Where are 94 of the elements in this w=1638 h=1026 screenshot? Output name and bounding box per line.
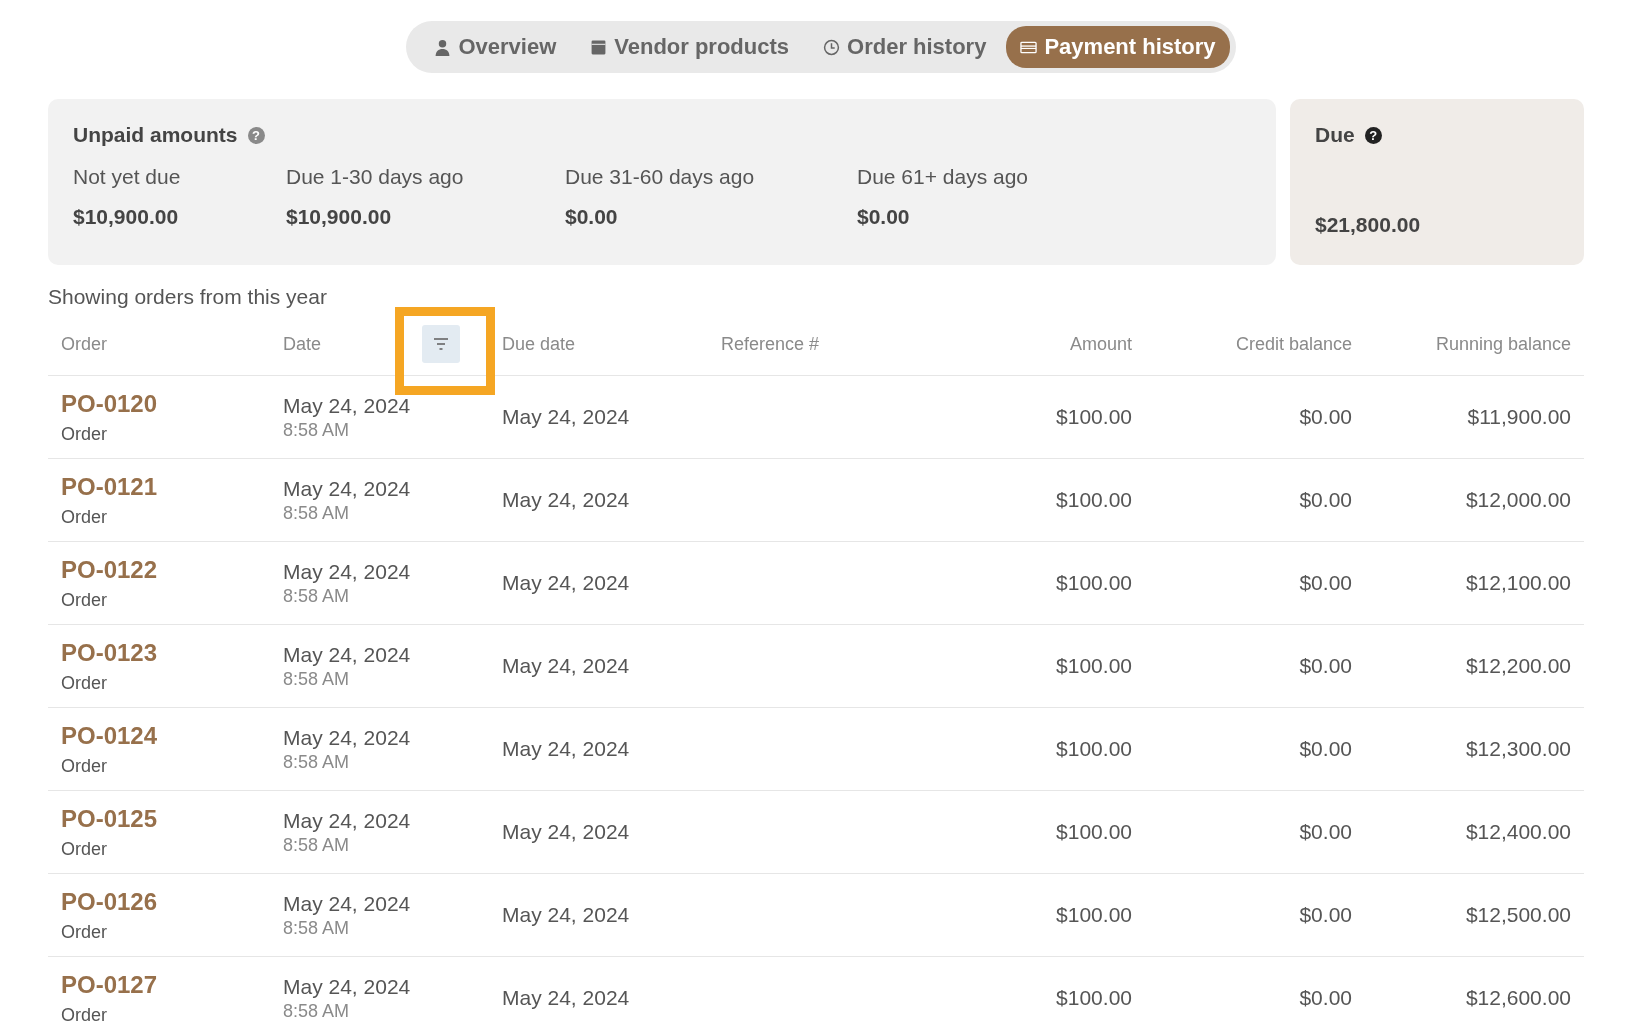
bucket-label: Due 1-30 days ago bbox=[286, 165, 465, 189]
due-date-cell-text: May 24, 2024 bbox=[502, 986, 631, 1010]
running-balance-cell-text: $12,600.00 bbox=[1464, 986, 1571, 1010]
amount-cell-text: $100.00 bbox=[1055, 903, 1132, 927]
tab[interactable]: Vendor products bbox=[576, 26, 804, 68]
running-balance-cell-text: $12,400.00 bbox=[1464, 820, 1571, 844]
order-link[interactable]: PO-0124 bbox=[61, 721, 283, 750]
bucket-amount: $0.00 bbox=[565, 205, 619, 229]
amount-cell-text: $100.00 bbox=[1055, 986, 1132, 1010]
amount-cell-text: $100.00 bbox=[1055, 737, 1132, 761]
due-date-cell-text: May 24, 2024 bbox=[502, 654, 631, 678]
due-date-cell-text: May 24, 2024 bbox=[502, 737, 631, 761]
bucket-label: Due 31-60 days ago bbox=[565, 165, 756, 189]
running-balance-cell-text: $12,200.00 bbox=[1464, 654, 1571, 678]
bucket-amount: $0.00 bbox=[857, 205, 911, 229]
credit-balance-cell-text: $0.00 bbox=[1298, 903, 1352, 927]
caption-text: Showing orders from this year bbox=[48, 285, 328, 309]
running-balance-cell-text: $12,100.00 bbox=[1464, 571, 1571, 595]
person-icon bbox=[434, 38, 452, 56]
running-balance-cell-text: $12,500.00 bbox=[1464, 903, 1571, 927]
time-text: 8:58 AM bbox=[283, 585, 351, 607]
order-link[interactable]: PO-0120 bbox=[61, 389, 283, 418]
date-cell-text: May 24, 2024 bbox=[283, 808, 412, 833]
credit-balance-cell-text: $0.00 bbox=[1298, 488, 1352, 512]
clock-icon bbox=[823, 38, 841, 56]
date-cell-text: May 24, 2024 bbox=[283, 891, 412, 916]
due-date-cell-text: May 24, 2024 bbox=[502, 488, 631, 512]
due-date-cell-text: May 24, 2024 bbox=[502, 903, 631, 927]
order-type: Order bbox=[61, 506, 108, 528]
date-cell-text: May 24, 2024 bbox=[283, 393, 412, 418]
time-text: 8:58 AM bbox=[283, 502, 351, 524]
due-date-cell-text: May 24, 2024 bbox=[502, 820, 631, 844]
time-text: 8:58 AM bbox=[283, 419, 351, 441]
order-type: Order bbox=[61, 672, 108, 694]
tab[interactable]: Payment history bbox=[1006, 26, 1230, 68]
date-cell-text: May 24, 2024 bbox=[283, 642, 412, 667]
order-type: Order bbox=[61, 589, 108, 611]
column-header: Due date bbox=[502, 333, 577, 355]
time-text: 8:58 AM bbox=[283, 751, 351, 773]
date-cell-text: May 24, 2024 bbox=[283, 559, 412, 584]
card-title: Due bbox=[1315, 123, 1355, 147]
credit-balance-cell-text: $0.00 bbox=[1298, 820, 1352, 844]
amount-cell-text: $100.00 bbox=[1055, 405, 1132, 429]
order-link[interactable]: PO-0122 bbox=[61, 555, 283, 584]
filter-icon bbox=[433, 337, 449, 351]
time-text: 8:58 AM bbox=[283, 917, 351, 939]
help-icon[interactable]: ? bbox=[1364, 126, 1382, 144]
order-type: Order bbox=[61, 423, 108, 445]
box-icon bbox=[590, 38, 608, 56]
order-type: Order bbox=[61, 838, 108, 860]
credit-balance-cell-text: $0.00 bbox=[1298, 737, 1352, 761]
order-link[interactable]: PO-0121 bbox=[61, 472, 283, 501]
date-cell-text: May 24, 2024 bbox=[283, 476, 412, 501]
credit-balance-cell-text: $0.00 bbox=[1298, 986, 1352, 1010]
amount-cell-text: $100.00 bbox=[1055, 820, 1132, 844]
credit-balance-cell-text: $0.00 bbox=[1298, 571, 1352, 595]
order-link[interactable]: PO-0126 bbox=[61, 887, 283, 916]
bucket-amount: $10,900.00 bbox=[286, 205, 393, 229]
time-text: 8:58 AM bbox=[283, 834, 351, 856]
filter-button[interactable] bbox=[422, 325, 460, 363]
date-cell-text: May 24, 2024 bbox=[283, 725, 412, 750]
bucket-label: Not yet due bbox=[73, 165, 182, 189]
running-balance-cell-text: $12,300.00 bbox=[1464, 737, 1571, 761]
time-text: 8:58 AM bbox=[283, 1000, 351, 1022]
order-link[interactable]: PO-0127 bbox=[61, 970, 283, 999]
due-date-cell-text: May 24, 2024 bbox=[502, 405, 631, 429]
tab[interactable]: Overview bbox=[420, 26, 571, 68]
tab[interactable]: Order history bbox=[809, 26, 1001, 68]
running-balance-cell-text: $11,900.00 bbox=[1466, 405, 1571, 429]
order-type: Order bbox=[61, 755, 108, 777]
help-icon[interactable]: ? bbox=[247, 126, 265, 144]
column-header: Date bbox=[283, 333, 322, 355]
bucket-label: Due 61+ days ago bbox=[857, 165, 1029, 189]
time-text: 8:58 AM bbox=[283, 668, 351, 690]
due-amount: $21,800.00 bbox=[1315, 213, 1422, 237]
amount-cell-text: $100.00 bbox=[1055, 488, 1132, 512]
order-type: Order bbox=[61, 921, 108, 943]
column-header: Credit balance bbox=[1234, 333, 1352, 355]
due-date-cell-text: May 24, 2024 bbox=[502, 571, 631, 595]
column-header: Reference # bbox=[721, 333, 821, 355]
date-cell-text: May 24, 2024 bbox=[283, 974, 412, 999]
amount-cell-text: $100.00 bbox=[1055, 571, 1132, 595]
order-link[interactable]: PO-0123 bbox=[61, 638, 283, 667]
column-header: Amount bbox=[1068, 333, 1132, 355]
bucket-amount: $10,900.00 bbox=[73, 205, 180, 229]
order-type: Order bbox=[61, 1004, 108, 1026]
card-title: Unpaid amounts bbox=[73, 123, 238, 147]
credit-balance-cell-text: $0.00 bbox=[1298, 405, 1352, 429]
running-balance-cell-text: $12,000.00 bbox=[1464, 488, 1571, 512]
order-link[interactable]: PO-0125 bbox=[61, 804, 283, 833]
amount-cell-text: $100.00 bbox=[1055, 654, 1132, 678]
credit-balance-cell-text: $0.00 bbox=[1298, 654, 1352, 678]
column-header: Running balance bbox=[1434, 333, 1571, 355]
column-header: Order bbox=[61, 333, 108, 355]
